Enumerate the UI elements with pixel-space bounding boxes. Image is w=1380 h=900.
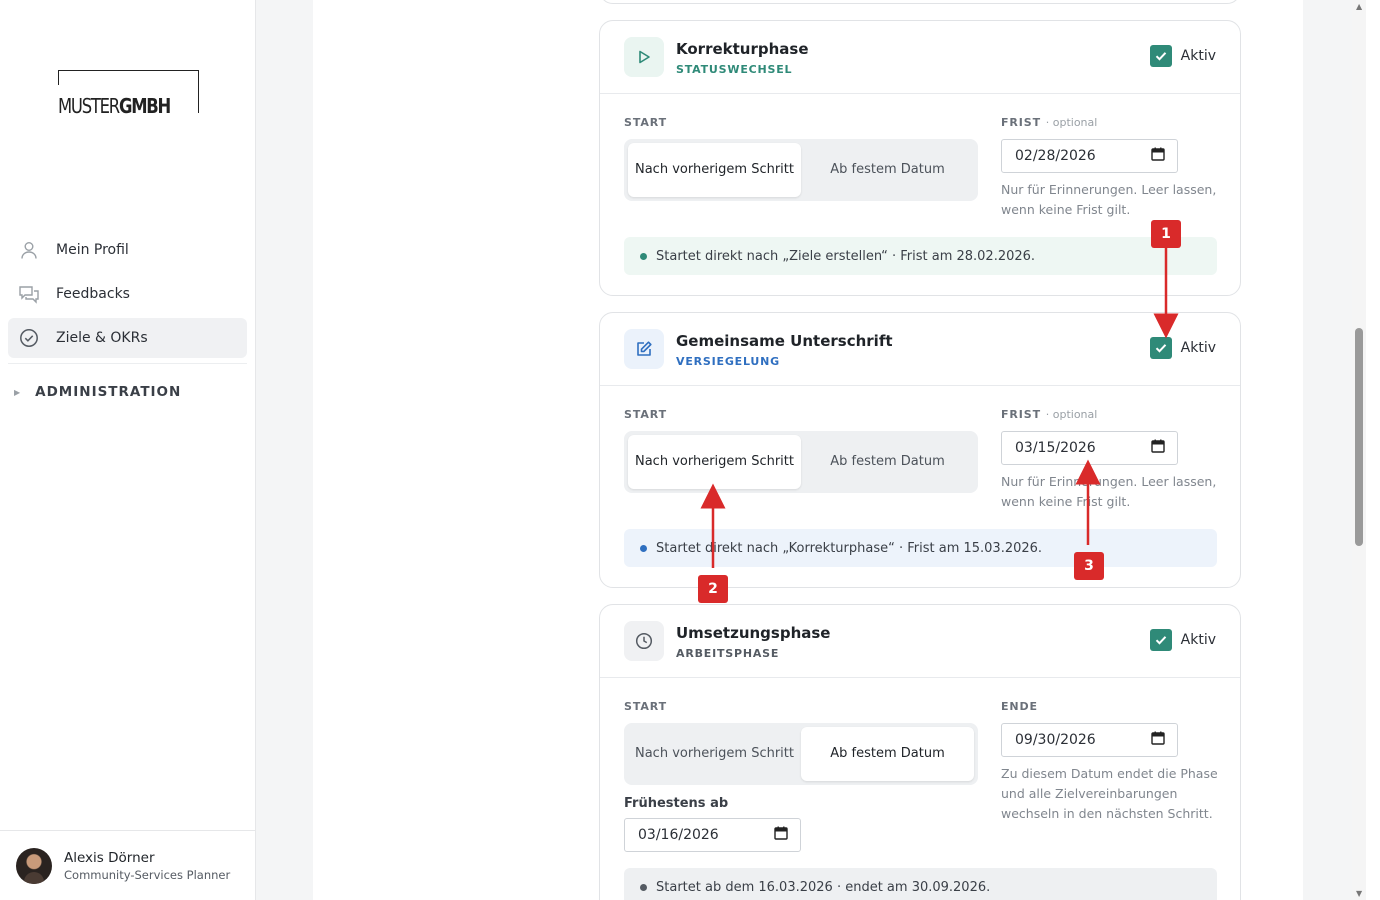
deadline-date-input[interactable]: 03/15/2026	[1001, 431, 1178, 465]
play-icon	[624, 37, 664, 77]
nav-label: Feedbacks	[56, 286, 130, 302]
sidebar: MUSTERGMBH Mein Profil Feedbacks Ziele &…	[0, 0, 256, 900]
nav-divider	[8, 363, 247, 364]
ende-label: ENDE	[1001, 700, 1038, 713]
option-fixed-date[interactable]: Ab festem Datum	[801, 143, 974, 197]
start-mode-toggle: Nach vorherigem Schritt Ab festem Datum	[624, 139, 978, 201]
aktiv-label: Aktiv	[1180, 340, 1216, 356]
card-header: Umsetzungsphase ARBEITSPHASE Aktiv	[600, 605, 1240, 678]
scroll-down-arrow-icon[interactable]: ▼	[1356, 889, 1362, 898]
phase-info-box: Startet direkt nach „Ziele erstellen“ · …	[624, 237, 1217, 275]
annotation-marker-2: 2	[698, 575, 728, 603]
nav-item-ziele-okrs[interactable]: Ziele & OKRs	[8, 318, 247, 358]
aktiv-label: Aktiv	[1180, 632, 1216, 648]
card-header: Korrekturphase STATUSWECHSEL Aktiv	[600, 21, 1240, 94]
phase-title: Gemeinsame Unterschrift	[676, 332, 893, 350]
start-mode-toggle: Nach vorherigem Schritt Ab festem Datum	[624, 723, 978, 785]
end-date-help-text: Zu diesem Datum endet die Phase und alle…	[1001, 766, 1218, 821]
frist-label: FRIST · optional	[1001, 408, 1098, 421]
chat-bubbles-icon	[18, 283, 40, 305]
scrollbar-thumb[interactable]	[1355, 328, 1363, 546]
info-text: Startet ab dem 16.03.2026 · endet am 30.…	[656, 879, 991, 895]
date-value: 03/15/2026	[1015, 440, 1096, 456]
scroll-up-arrow-icon[interactable]: ▲	[1356, 2, 1362, 11]
phase-card-korrekturphase: Korrekturphase STATUSWECHSEL Aktiv START…	[599, 20, 1241, 296]
person-icon	[18, 239, 40, 261]
user-name: Alexis Dörner	[64, 849, 155, 866]
earliest-date-input[interactable]: 03/16/2026	[624, 818, 801, 852]
phase-subtitle: VERSIEGELUNG	[676, 355, 780, 368]
nav-item-feedbacks[interactable]: Feedbacks	[8, 274, 247, 314]
date-value: 09/30/2026	[1015, 732, 1096, 748]
expand-triangle-icon: ▶	[14, 387, 22, 397]
aktiv-toggle[interactable]: Aktiv	[1149, 337, 1216, 359]
status-dot	[640, 883, 647, 891]
start-mode-toggle: Nach vorherigem Schritt Ab festem Datum	[624, 431, 978, 493]
start-label: START	[624, 116, 668, 129]
info-text: Startet direkt nach „Ziele erstellen“ · …	[656, 248, 1036, 264]
annotation-marker-3: 3	[1074, 552, 1104, 580]
date-value: 03/16/2026	[638, 827, 719, 843]
calendar-icon[interactable]	[1151, 147, 1165, 165]
option-after-previous[interactable]: Nach vorherigem Schritt	[628, 727, 801, 781]
check-circle-icon	[18, 327, 40, 349]
status-dot	[640, 544, 647, 552]
info-text: Startet direkt nach „Korrekturphase“ · F…	[656, 540, 1043, 556]
checkbox-checked-icon[interactable]	[1149, 45, 1172, 67]
aktiv-toggle[interactable]: Aktiv	[1149, 45, 1216, 67]
pen-edit-icon	[624, 329, 664, 369]
calendar-icon[interactable]	[774, 826, 788, 844]
content-panel: Korrekturphase STATUSWECHSEL Aktiv START…	[313, 0, 1303, 900]
date-value: 02/28/2026	[1015, 148, 1096, 164]
phase-title: Umsetzungsphase	[676, 624, 831, 642]
main-nav: Mein Profil Feedbacks Ziele & OKRs	[8, 230, 247, 362]
nav-label: Ziele & OKRs	[56, 330, 148, 346]
option-after-previous[interactable]: Nach vorherigem Schritt	[628, 143, 801, 197]
annotation-marker-1: 1	[1151, 220, 1181, 248]
phase-subtitle: ARBEITSPHASE	[676, 647, 780, 660]
checkbox-checked-icon[interactable]	[1149, 629, 1172, 651]
phase-info-box: Startet direkt nach „Korrekturphase“ · F…	[624, 529, 1217, 567]
option-after-previous[interactable]: Nach vorherigem Schritt	[628, 435, 801, 489]
deadline-help-text: Nur für Erinnerungen. Leer lassen, wenn …	[1001, 474, 1217, 509]
nav-section-administration[interactable]: ▶ ADMINISTRATION	[14, 384, 181, 400]
fruehestens-label: Frühestens ab	[624, 796, 729, 811]
calendar-icon[interactable]	[1151, 731, 1165, 749]
avatar	[16, 847, 52, 884]
start-label: START	[624, 700, 668, 713]
option-fixed-date[interactable]: Ab festem Datum	[801, 435, 974, 489]
user-profile[interactable]: Alexis Dörner Community-Services Planner	[0, 830, 256, 900]
phase-card-umsetzungsphase: Umsetzungsphase ARBEITSPHASE Aktiv START…	[599, 604, 1241, 900]
nav-item-mein-profil[interactable]: Mein Profil	[8, 230, 247, 270]
option-fixed-date[interactable]: Ab festem Datum	[801, 727, 974, 781]
clock-icon	[624, 621, 664, 661]
end-date-input[interactable]: 09/30/2026	[1001, 723, 1178, 757]
phase-card-gemeinsame-unterschrift: Gemeinsame Unterschrift VERSIEGELUNG Akt…	[599, 312, 1241, 588]
aktiv-label: Aktiv	[1180, 48, 1216, 64]
checkbox-checked-icon[interactable]	[1149, 337, 1172, 359]
phase-card-previous	[599, 0, 1241, 4]
phase-info-box: Startet ab dem 16.03.2026 · endet am 30.…	[624, 868, 1217, 900]
nav-label: Mein Profil	[56, 242, 129, 258]
deadline-help-text: Nur für Erinnerungen. Leer lassen, wenn …	[1001, 182, 1217, 217]
calendar-icon[interactable]	[1151, 439, 1165, 457]
user-role: Community-Services Planner	[64, 867, 231, 882]
card-header: Gemeinsame Unterschrift VERSIEGELUNG Akt…	[600, 313, 1240, 386]
phase-title: Korrekturphase	[676, 40, 809, 58]
frist-label: FRIST · optional	[1001, 116, 1098, 129]
deadline-date-input[interactable]: 02/28/2026	[1001, 139, 1178, 173]
scrollbar[interactable]: ▲ ▼	[1352, 0, 1366, 900]
aktiv-toggle[interactable]: Aktiv	[1149, 629, 1216, 651]
status-dot	[640, 252, 647, 260]
company-logo[interactable]: MUSTERGMBH	[58, 70, 199, 116]
nav-section-label: ADMINISTRATION	[35, 384, 182, 400]
start-label: START	[624, 408, 668, 421]
phase-subtitle: STATUSWECHSEL	[676, 63, 793, 76]
main-area: Korrekturphase STATUSWECHSEL Aktiv START…	[256, 0, 1366, 900]
